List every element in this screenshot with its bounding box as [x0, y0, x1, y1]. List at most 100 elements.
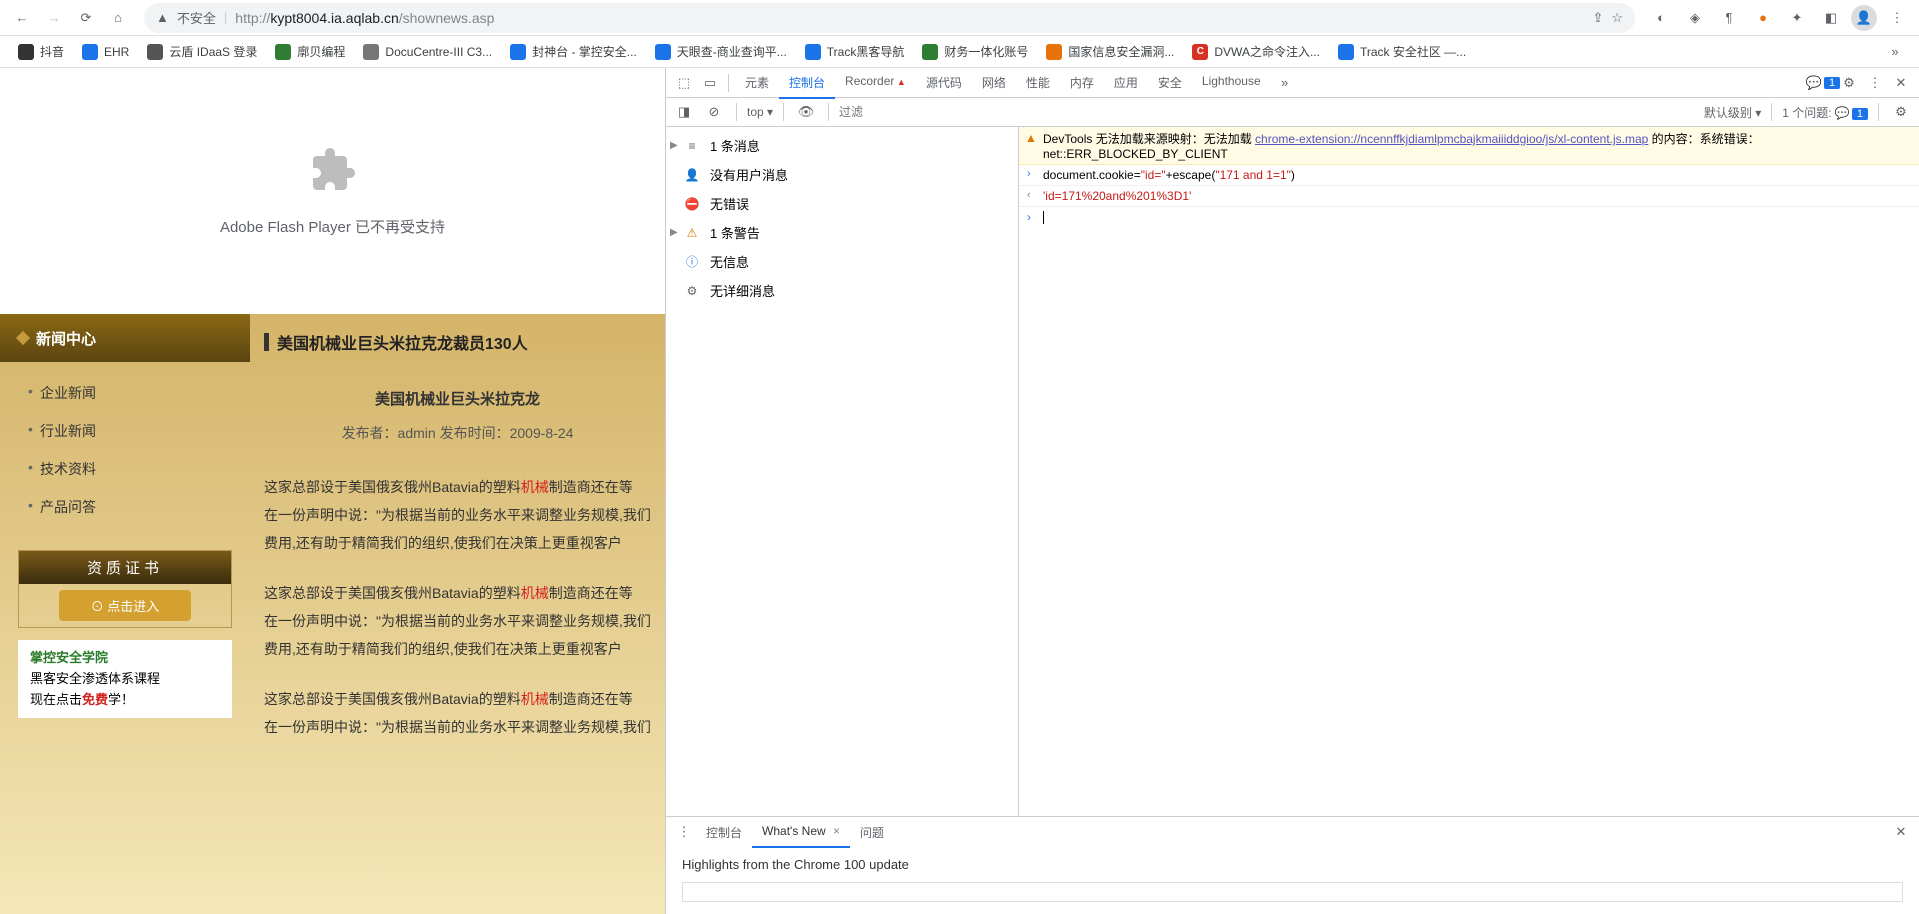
- extensions-icon[interactable]: ✦: [1783, 4, 1811, 32]
- console-settings-icon[interactable]: ⚙: [1889, 100, 1913, 124]
- close-devtools[interactable]: ✕: [1889, 71, 1913, 95]
- console-warning: ▲ DevTools 无法加载来源映射：无法加载 chrome-extensio…: [1019, 127, 1919, 165]
- address-bar[interactable]: ▲ 不安全 | http://kypt8004.ia.aqlab.cn/show…: [144, 3, 1635, 33]
- cert-button[interactable]: ⊙ 点击进入: [59, 590, 191, 621]
- filter-label: 无详细消息: [710, 281, 775, 300]
- message-filter-item[interactable]: ⛔无错误: [666, 189, 1018, 218]
- devtools-tab[interactable]: Lighthouse: [1192, 68, 1271, 98]
- devtools-tab[interactable]: 内存: [1060, 68, 1104, 98]
- clear-console-icon[interactable]: ⊘: [702, 100, 726, 124]
- bookmark-item[interactable]: EHR: [74, 40, 137, 64]
- bookmark-favicon: [510, 44, 526, 60]
- home-button[interactable]: ⌂: [104, 4, 132, 32]
- ext-icon-1[interactable]: ◐: [1647, 4, 1675, 32]
- bookmark-item[interactable]: 国家信息安全漏洞...: [1038, 39, 1182, 64]
- filter-label: 没有用户消息: [710, 165, 788, 184]
- article-title: 美国机械业巨头米拉克龙裁员130人: [264, 314, 651, 368]
- sidebar-item[interactable]: 行业新闻: [0, 412, 250, 450]
- devtools-tab[interactable]: Recorder: [835, 68, 916, 98]
- bookmark-label: DocuCentre-III C3...: [385, 45, 492, 59]
- bookmark-item[interactable]: 廓贝编程: [267, 39, 353, 64]
- sourcemap-link[interactable]: chrome-extension://ncennffkjdiamlpmcbajk…: [1255, 132, 1648, 146]
- bookmark-label: 云盾 IDaaS 登录: [169, 43, 257, 60]
- drawer-tab[interactable]: What's New ×: [752, 818, 850, 848]
- filter-input[interactable]: [839, 105, 1265, 119]
- ext-icon-cookie[interactable]: ●: [1749, 4, 1777, 32]
- sidebar-toggle-icon[interactable]: ◨: [672, 100, 696, 124]
- console-prompt[interactable]: [1019, 207, 1919, 227]
- insecure-icon: ▲: [156, 10, 169, 25]
- bookmark-item[interactable]: 财务一体化账号: [914, 39, 1036, 64]
- drawer-menu-icon[interactable]: ⋮: [672, 820, 696, 844]
- sidebar-title: 新闻中心: [0, 314, 250, 362]
- bookmark-label: Track 安全社区 —...: [1360, 43, 1466, 60]
- bookmark-favicon: C: [1192, 44, 1208, 60]
- panel-icon[interactable]: ◧: [1817, 4, 1845, 32]
- back-button[interactable]: ←: [8, 4, 36, 32]
- message-filter-item[interactable]: ▶≡1 条消息: [666, 131, 1018, 160]
- err-icon: ⛔: [684, 196, 700, 212]
- eye-icon[interactable]: 👁: [794, 100, 818, 124]
- share-icon[interactable]: ⇪: [1592, 10, 1603, 26]
- bookmark-item[interactable]: 云盾 IDaaS 登录: [139, 39, 265, 64]
- bookmark-item[interactable]: Track 安全社区 —...: [1330, 39, 1474, 64]
- sidebar-item[interactable]: 企业新闻: [0, 374, 250, 412]
- sidebar-item[interactable]: 产品问答: [0, 488, 250, 526]
- close-tab-icon[interactable]: ×: [830, 824, 840, 838]
- bookmark-item[interactable]: 天眼查-商业查询平...: [647, 39, 795, 64]
- profile-avatar[interactable]: 👤: [1851, 5, 1877, 31]
- drawer-tab[interactable]: 问题: [850, 818, 894, 847]
- bookmark-label: EHR: [104, 45, 129, 59]
- bookmark-item[interactable]: DocuCentre-III C3...: [355, 40, 500, 64]
- bookmark-favicon: [363, 44, 379, 60]
- message-filter-item[interactable]: ▶⚠1 条警告: [666, 218, 1018, 247]
- url-text: http://kypt8004.ia.aqlab.cn/shownews.asp: [235, 10, 1584, 26]
- bookmark-favicon: [147, 44, 163, 60]
- bookmarks-overflow[interactable]: »: [1881, 38, 1909, 66]
- article-meta: 发布者：admin 发布时间：2009-8-24: [264, 417, 651, 473]
- expand-arrow-icon: ▶: [670, 140, 678, 151]
- inspect-icon[interactable]: ⬚: [672, 71, 696, 95]
- pilcrow-icon[interactable]: ¶: [1715, 4, 1743, 32]
- article-subtitle: 美国机械业巨头米拉克龙: [264, 368, 651, 417]
- reload-button[interactable]: ⟳: [72, 4, 100, 32]
- bookmark-item[interactable]: CDVWA之命令注入...: [1184, 39, 1328, 64]
- issues-count[interactable]: 1 个问题: 💬1: [1782, 104, 1868, 121]
- forward-button[interactable]: →: [40, 4, 68, 32]
- bookmarks-bar: 抖音 EHR 云盾 IDaaS 登录廓贝编程 DocuCentre-III C3...…: [0, 36, 1919, 68]
- settings-icon[interactable]: ⚙: [1837, 71, 1861, 95]
- level-select[interactable]: 默认级别 ▾: [1704, 104, 1761, 121]
- article-body: 这家总部设于美国俄亥俄州Batavia的塑料机械制造商还在等在一份声明中说："为…: [264, 473, 651, 741]
- devtools-tab[interactable]: 控制台: [779, 68, 835, 99]
- bookmark-item[interactable]: 抖音: [10, 39, 72, 64]
- device-icon[interactable]: ▭: [698, 71, 722, 95]
- bookmark-favicon: [1338, 44, 1354, 60]
- filter-label: 无信息: [710, 252, 749, 271]
- devtools-tab[interactable]: 性能: [1016, 68, 1060, 98]
- devtools-tab[interactable]: 安全: [1148, 68, 1192, 98]
- message-filter-item[interactable]: ⚙无详细消息: [666, 276, 1018, 305]
- bookmark-label: Track黑客导航: [827, 43, 905, 60]
- drawer-tab[interactable]: 控制台: [696, 818, 752, 847]
- ext-icon-2[interactable]: ◈: [1681, 4, 1709, 32]
- devtools-tab[interactable]: 源代码: [916, 68, 972, 98]
- context-select[interactable]: top ▾: [747, 105, 773, 119]
- bookmark-item[interactable]: Track黑客导航: [797, 39, 913, 64]
- ad-box[interactable]: 掌控安全学院 黑客安全渗透体系课程 现在点击免费学！: [18, 640, 232, 718]
- issues-badge[interactable]: 💬1: [1811, 71, 1835, 95]
- bookmark-item[interactable]: 封神台 - 掌控安全...: [502, 39, 645, 64]
- message-filter-item[interactable]: ⓘ无信息: [666, 247, 1018, 276]
- sidebar-item[interactable]: 技术资料: [0, 450, 250, 488]
- devtools-tab[interactable]: 元素: [735, 68, 779, 98]
- dt-menu-icon[interactable]: ⋮: [1863, 71, 1887, 95]
- drawer-close[interactable]: ✕: [1889, 820, 1913, 844]
- bookmark-label: 抖音: [40, 43, 64, 60]
- more-tabs[interactable]: »: [1273, 71, 1297, 95]
- menu-icon[interactable]: ⋮: [1883, 4, 1911, 32]
- devtools-tab[interactable]: 网络: [972, 68, 1016, 98]
- filter-label: 1 条消息: [710, 136, 760, 155]
- star-icon[interactable]: ☆: [1611, 10, 1623, 26]
- message-filter-item[interactable]: 👤没有用户消息: [666, 160, 1018, 189]
- devtools-tab[interactable]: 应用: [1104, 68, 1148, 98]
- bookmark-label: 封神台 - 掌控安全...: [532, 43, 637, 60]
